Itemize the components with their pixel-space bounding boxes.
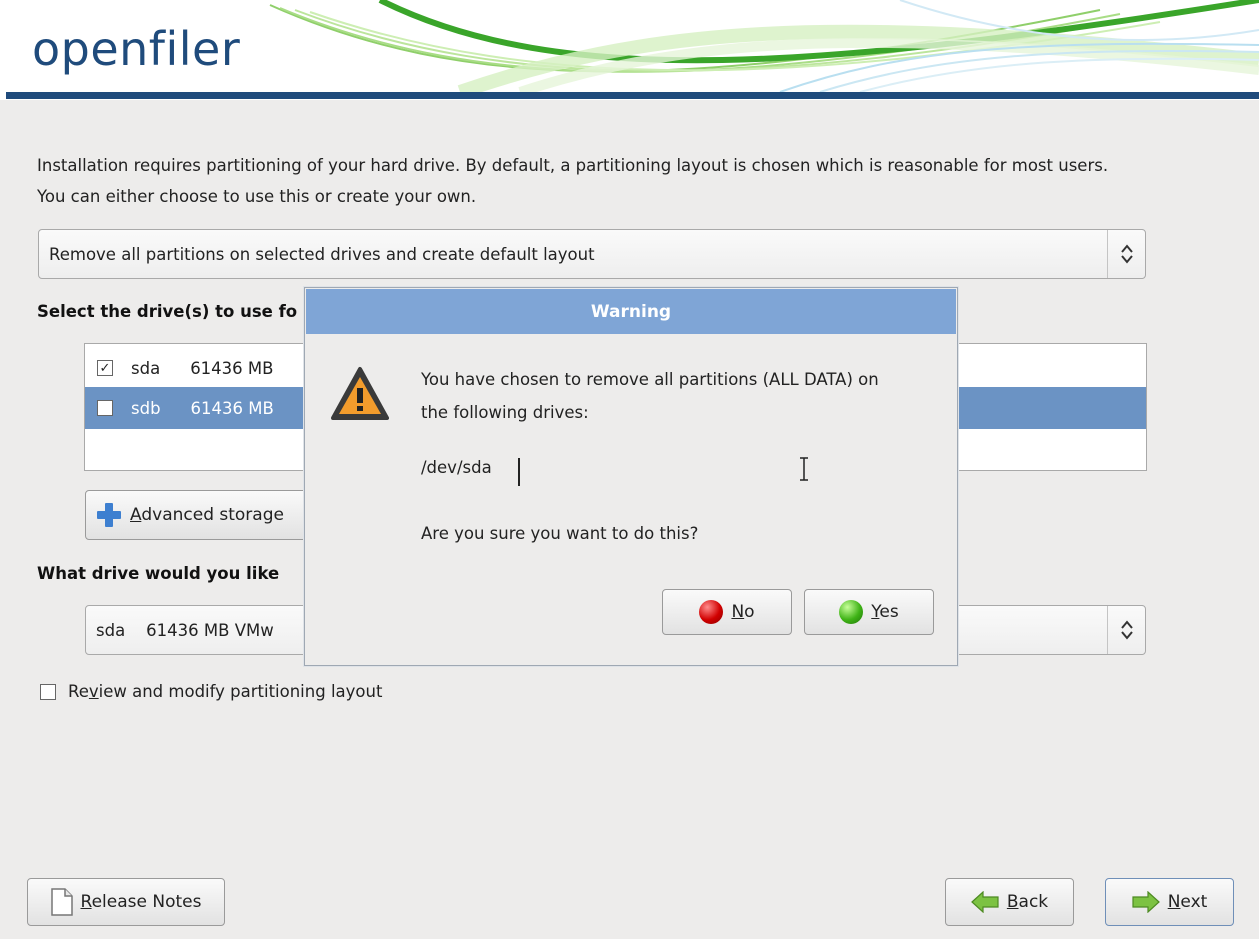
back-label: Back xyxy=(1006,892,1049,912)
warning-dialog: Warning You have chosen to remove all pa… xyxy=(304,287,958,666)
drive-sdb-size: 61436 MB xyxy=(190,398,274,418)
updown-arrows-icon xyxy=(1107,230,1145,278)
review-layout-checkbox[interactable] xyxy=(40,683,56,700)
header-banner: openfiler xyxy=(0,0,1259,100)
yes-button[interactable]: Yes xyxy=(804,589,934,635)
boot-drive-value: sda 61436 MB VMw xyxy=(96,620,274,640)
arrow-right-icon xyxy=(1132,891,1160,913)
advanced-storage-button[interactable]: Advanced storage xyxy=(85,490,315,540)
release-notes-button[interactable]: Release Notes xyxy=(27,878,225,926)
updown-arrows-icon xyxy=(1107,606,1145,654)
drive-sda-checkbox[interactable]: ✓ xyxy=(97,360,113,376)
plus-icon xyxy=(97,503,121,527)
drive-selection-label: Select the drive(s) to use fo xyxy=(37,302,298,321)
next-button[interactable]: Next xyxy=(1105,878,1234,926)
drive-sdb-name: sdb xyxy=(131,398,161,418)
intro-text: Installation requires partitioning of yo… xyxy=(37,150,1227,212)
warning-icon xyxy=(331,367,389,420)
green-circle-icon xyxy=(839,600,864,624)
text-caret xyxy=(518,458,520,486)
openfiler-logo: openfiler xyxy=(32,22,241,76)
advanced-storage-label: Advanced storage xyxy=(130,505,284,525)
review-layout-label: Review and modify partitioning layout xyxy=(68,682,383,701)
partition-layout-combo[interactable]: Remove all partitions on selected drives… xyxy=(38,229,1146,279)
drive-sda-size: 61436 MB xyxy=(190,358,274,378)
review-layout-option[interactable]: Review and modify partitioning layout xyxy=(40,682,382,701)
header-swoosh-graphic xyxy=(269,0,1259,92)
dialog-question: Are you sure you want to do this? xyxy=(421,524,699,543)
drive-sdb-checkbox[interactable] xyxy=(97,400,113,416)
dialog-device: /dev/sda xyxy=(421,458,492,477)
intro-line-2: You can either choose to use this or cre… xyxy=(37,187,477,206)
ibeam-cursor-icon xyxy=(800,457,808,481)
release-notes-label: Release Notes xyxy=(80,892,202,912)
dialog-message-line-1: You have chosen to remove all partitions… xyxy=(421,370,879,389)
dialog-message: You have chosen to remove all partitions… xyxy=(421,363,941,429)
back-button[interactable]: Back xyxy=(945,878,1074,926)
no-label: No xyxy=(731,602,755,622)
arrow-left-icon xyxy=(970,891,999,913)
intro-line-1: Installation requires partitioning of yo… xyxy=(37,156,1109,175)
partition-layout-value: Remove all partitions on selected drives… xyxy=(49,244,595,264)
drive-sda-name: sda xyxy=(131,358,161,378)
red-circle-icon xyxy=(699,600,724,624)
yes-label: Yes xyxy=(871,602,899,622)
document-icon xyxy=(50,888,73,916)
no-button[interactable]: No xyxy=(662,589,792,635)
dialog-message-line-2: the following drives: xyxy=(421,403,589,422)
boot-drive-label: What drive would you like xyxy=(37,564,280,583)
next-label: Next xyxy=(1167,892,1208,912)
header-divider xyxy=(6,92,1259,99)
dialog-title: Warning xyxy=(306,289,956,334)
